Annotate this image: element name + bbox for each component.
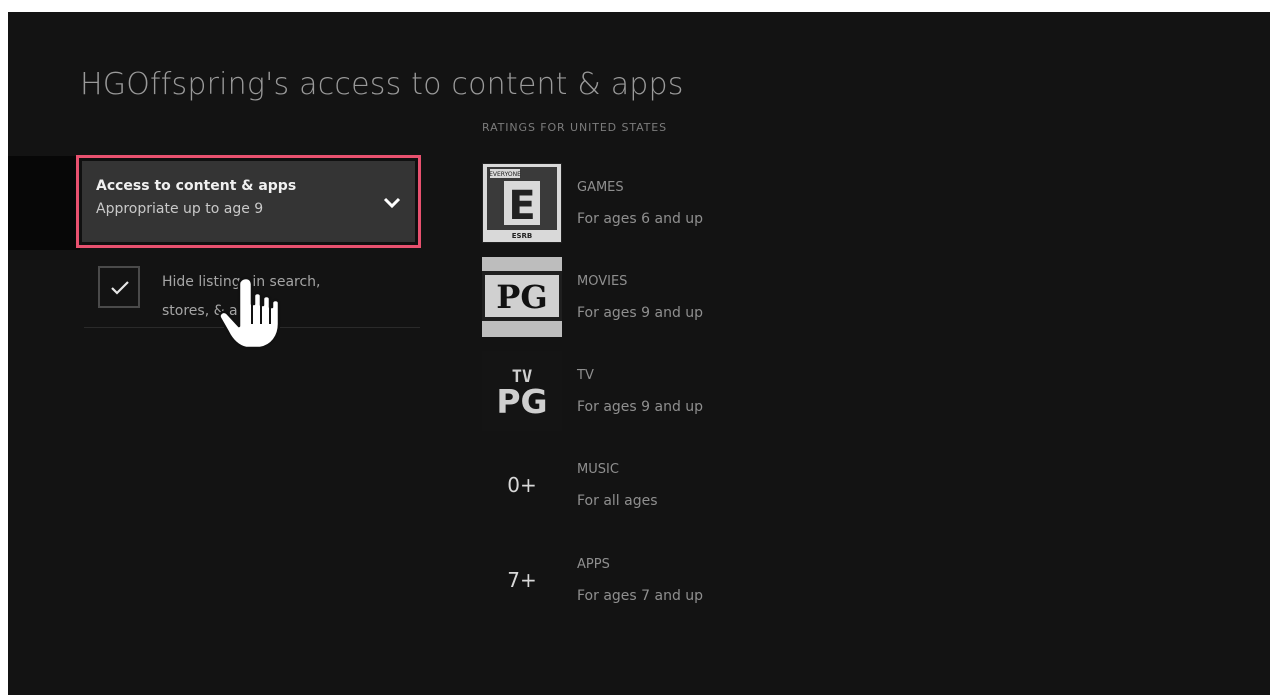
hide-listings-checkbox[interactable] (98, 266, 140, 308)
mpaa-pg-icon: PG (482, 257, 562, 337)
rating-music-name: MUSIC (577, 462, 619, 477)
rating-movies: PG MOVIES For ages 9 and up (482, 257, 822, 341)
rating-apps: 7+ APPS For ages 7 and up (482, 540, 822, 624)
rating-movies-name: MOVIES (577, 274, 628, 289)
tv-pg-icon: TV PG (482, 351, 562, 431)
focus-accent-bar (8, 156, 80, 250)
mpaa-pg-text: PG (496, 278, 547, 316)
hand-pointer-cursor-icon (218, 276, 281, 350)
ratings-header: RATINGS FOR UNITED STATES (482, 121, 668, 134)
access-dropdown-value: Appropriate up to age 9 (96, 201, 264, 217)
rating-music-desc: For all ages (577, 493, 658, 509)
access-dropdown[interactable]: Access to content & apps Appropriate up … (76, 155, 421, 248)
page-title: HGOffspring's access to content & apps (80, 67, 684, 102)
rating-games-name: GAMES (577, 180, 624, 195)
rating-movies-desc: For ages 9 and up (577, 305, 704, 321)
access-dropdown-body[interactable]: Access to content & apps Appropriate up … (82, 161, 415, 242)
rating-apps-name: APPS (577, 557, 610, 572)
rating-games: EVERYONE E ESRB GAMES For ages 6 and up (482, 163, 822, 247)
tv-pg-bottom-text: PG (496, 382, 547, 421)
esrb-bottom-text: ESRB (512, 232, 533, 240)
rating-games-desc: For ages 6 and up (577, 211, 704, 227)
esrb-top-text: EVERYONE (489, 171, 521, 178)
apps-rating-badge: 7+ (507, 568, 537, 592)
parental-settings-screen: HGOffspring's access to content & apps R… (8, 12, 1270, 695)
rating-apps-desc: For ages 7 and up (577, 588, 704, 604)
rating-music: 0+ MUSIC For all ages (482, 445, 822, 529)
rating-tv-desc: For ages 9 and up (577, 399, 704, 415)
esrb-letter: E (508, 183, 535, 229)
chevron-down-icon[interactable] (383, 197, 401, 209)
rating-tv: TV PG TV For ages 9 and up (482, 351, 822, 435)
music-rating-badge: 0+ (507, 473, 537, 497)
checkmark-icon (111, 281, 129, 295)
esrb-everyone-icon: EVERYONE E ESRB (482, 163, 562, 243)
access-dropdown-label: Access to content & apps (96, 178, 297, 194)
rating-tv-name: TV (577, 368, 594, 383)
